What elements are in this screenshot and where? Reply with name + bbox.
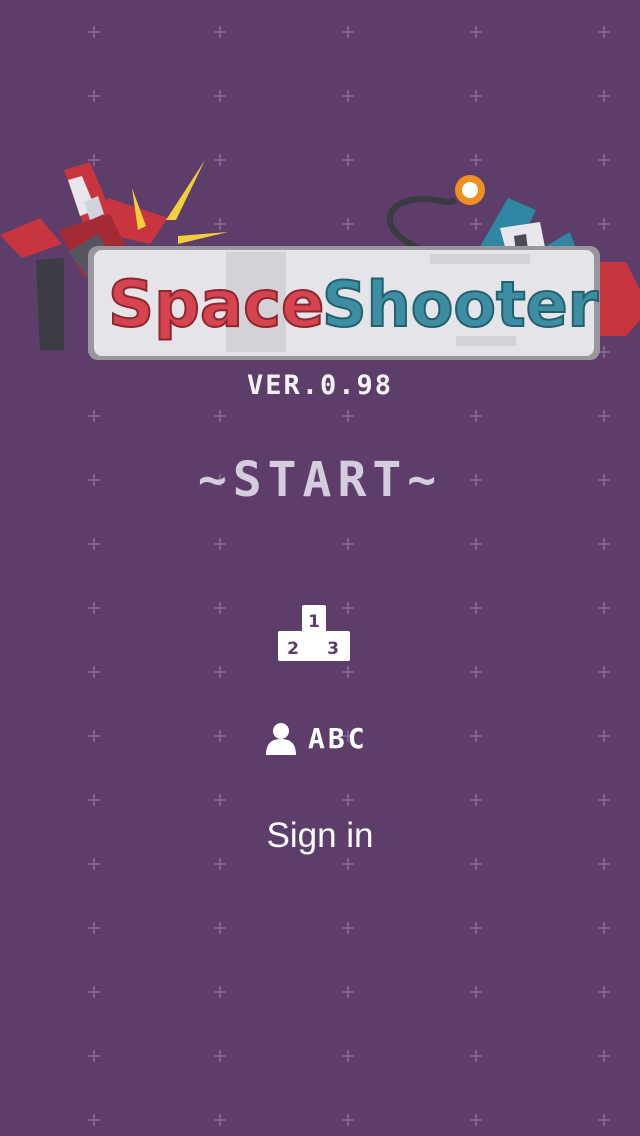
star-icon [598, 922, 610, 934]
leaderboard-button[interactable]: 1 2 3 [278, 605, 350, 663]
star-icon [598, 1114, 610, 1126]
star-icon [88, 1050, 100, 1062]
star-icon [214, 794, 226, 806]
star-icon [342, 666, 354, 678]
podium-first: 1 [308, 612, 320, 632]
star-icon [214, 26, 226, 38]
star-icon [214, 922, 226, 934]
star-icon [470, 26, 482, 38]
star-icon [598, 858, 610, 870]
star-icon [342, 410, 354, 422]
star-icon [598, 1050, 610, 1062]
star-icon [598, 602, 610, 614]
star-icon [88, 410, 100, 422]
star-icon [470, 602, 482, 614]
star-icon [88, 858, 100, 870]
star-icon [214, 538, 226, 550]
star-icon [470, 1114, 482, 1126]
star-icon [214, 666, 226, 678]
star-icon [88, 794, 100, 806]
star-icon [342, 922, 354, 934]
star-icon [214, 858, 226, 870]
star-icon [88, 922, 100, 934]
star-icon [470, 538, 482, 550]
star-icon [88, 538, 100, 550]
star-icon [88, 986, 100, 998]
game-logo: Space Shooter [0, 160, 640, 360]
star-icon [88, 602, 100, 614]
star-icon [470, 730, 482, 742]
star-icon [214, 730, 226, 742]
star-icon [470, 90, 482, 102]
podium-third: 3 [327, 639, 339, 659]
star-icon [342, 858, 354, 870]
person-icon [266, 723, 296, 755]
star-icon [88, 90, 100, 102]
star-icon [598, 666, 610, 678]
star-icon [214, 90, 226, 102]
star-icon [214, 1050, 226, 1062]
title-shooter: Shooter [322, 268, 599, 341]
star-icon [470, 794, 482, 806]
star-icon [214, 602, 226, 614]
star-icon [470, 986, 482, 998]
star-icon [342, 986, 354, 998]
player-name: ABC [308, 721, 368, 755]
star-icon [342, 26, 354, 38]
star-icon [88, 26, 100, 38]
star-icon [598, 986, 610, 998]
title-space: Space [108, 268, 324, 342]
star-icon [598, 538, 610, 550]
start-button[interactable]: ~START~ [0, 452, 640, 508]
star-icon [342, 538, 354, 550]
star-icon [342, 90, 354, 102]
star-icon [214, 1114, 226, 1126]
star-icon [342, 794, 354, 806]
podium-second: 2 [287, 639, 299, 659]
star-icon [214, 986, 226, 998]
star-icon [88, 730, 100, 742]
star-icon [470, 922, 482, 934]
leaderboard-podium-icon: 1 2 3 [278, 605, 350, 661]
star-icon [470, 666, 482, 678]
star-icon [214, 410, 226, 422]
title-banner: Space Shooter [88, 246, 640, 360]
star-icon [598, 794, 610, 806]
star-icon [598, 90, 610, 102]
star-icon [342, 1114, 354, 1126]
star-icon [88, 666, 100, 678]
sign-in-link[interactable]: Sign in [0, 816, 640, 856]
star-icon [470, 410, 482, 422]
player-profile-button[interactable]: ABC [264, 718, 368, 758]
star-icon [470, 858, 482, 870]
star-icon [88, 1114, 100, 1126]
star-icon [598, 410, 610, 422]
star-icon [598, 730, 610, 742]
star-icon [470, 1050, 482, 1062]
star-icon [342, 1050, 354, 1062]
version-label: VER.0.98 [246, 370, 394, 401]
star-icon [598, 26, 610, 38]
